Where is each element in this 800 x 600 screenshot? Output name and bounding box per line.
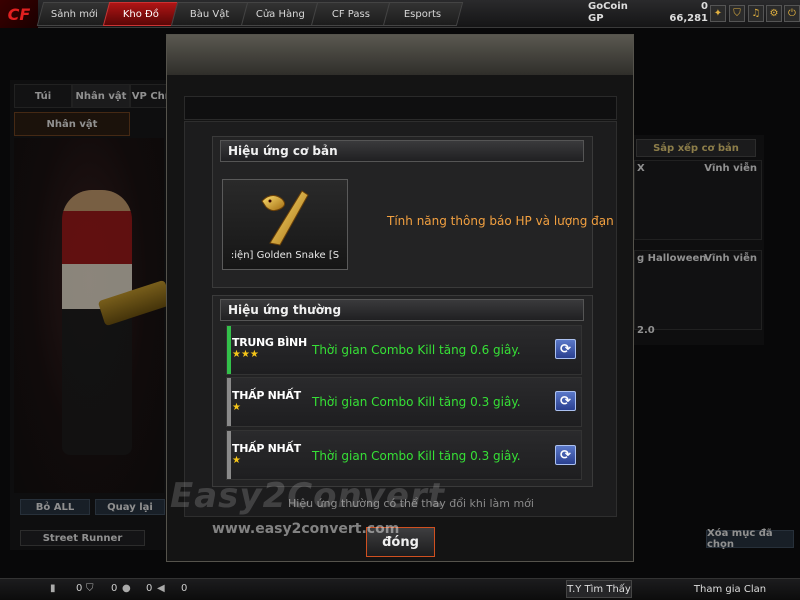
golden-snake-icon bbox=[261, 190, 309, 246]
tab-bau-vat[interactable]: Bàu Vật bbox=[170, 2, 250, 26]
tab-esports[interactable]: Esports bbox=[382, 2, 464, 26]
refresh-icon[interactable]: ⟳ bbox=[555, 391, 576, 411]
dialog-header bbox=[167, 35, 633, 75]
top-navigation-bar: CF Sảnh mới Kho Đồ Bàu Vật Cửa Hàng CF P… bbox=[0, 0, 800, 28]
gift-icon[interactable]: ✦ bbox=[710, 5, 726, 22]
tab-label: Kho Đồ bbox=[122, 8, 160, 20]
bottom-count: 0 bbox=[181, 583, 188, 594]
crossfire-logo[interactable]: CF bbox=[0, 0, 38, 28]
tab-cua-hang[interactable]: Cửa Hàng bbox=[240, 2, 320, 26]
gocoin-value: 0 bbox=[701, 1, 708, 12]
effect-stars: ★ bbox=[232, 455, 241, 466]
tier-indicator bbox=[227, 431, 231, 479]
tab-label: Bàu Vật bbox=[190, 8, 230, 20]
music-icon[interactable]: ♫ bbox=[748, 5, 764, 22]
tab-sanh-moi[interactable]: Sảnh mới bbox=[36, 2, 112, 26]
bottom-count: 0 bbox=[146, 583, 153, 594]
tab-cf-pass[interactable]: CF Pass bbox=[310, 2, 392, 26]
tier-indicator bbox=[227, 378, 231, 426]
power-icon[interactable]: ⏻ bbox=[784, 5, 800, 22]
speaker-icon: ◀ bbox=[157, 583, 165, 594]
chat-icon: ● bbox=[122, 583, 131, 594]
feature-description: Tính năng thông báo HP và lượng đạn bbox=[387, 214, 614, 228]
tab-label: Cửa Hàng bbox=[255, 8, 305, 20]
effect-tier: THẤP NHẤT bbox=[232, 389, 301, 402]
bottom-count: 0 bbox=[76, 583, 83, 594]
effect-tier: THẤP NHẤT bbox=[232, 442, 301, 455]
refresh-icon[interactable]: ⟳ bbox=[555, 445, 576, 465]
tab-label: CF Pass bbox=[331, 8, 371, 20]
effect-tier: TRUNG BÌNH bbox=[232, 336, 307, 349]
ammo-icon: ▮ bbox=[50, 583, 56, 594]
join-clan-button[interactable]: Tham gia Clan bbox=[680, 580, 780, 598]
effect-text: Thời gian Combo Kill tăng 0.6 giây. bbox=[312, 343, 521, 357]
watermark-logo: Easy2Convert bbox=[170, 476, 445, 516]
gp-label: GP bbox=[588, 13, 604, 24]
normal-effects-title: Hiệu ứng thường bbox=[220, 299, 584, 321]
gp-value: 66,281 bbox=[669, 13, 708, 24]
basic-effects-title: Hiệu ứng cơ bản bbox=[220, 140, 584, 162]
effect-text: Thời gian Combo Kill tăng 0.3 giây. bbox=[312, 395, 521, 409]
tab-kho-do[interactable]: Kho Đồ bbox=[102, 2, 180, 26]
shield-icon[interactable]: ⛉ bbox=[729, 5, 745, 22]
bottom-count: 0 bbox=[111, 583, 118, 594]
tab-label: Esports bbox=[404, 8, 442, 20]
effect-stars: ★ bbox=[232, 402, 241, 413]
refresh-icon[interactable]: ⟳ bbox=[555, 339, 576, 359]
search-button[interactable]: T.Y Tìm Thấy bbox=[566, 580, 632, 598]
tab-label: Sảnh mới bbox=[50, 8, 98, 20]
watermark-url: www.easy2convert.com bbox=[212, 521, 400, 537]
gear-icon[interactable]: ⚙ bbox=[766, 5, 782, 22]
shield-icon: ⛉ bbox=[86, 583, 94, 594]
item-name: :iện] Golden Snake [S bbox=[230, 250, 340, 261]
currency-display: GoCoin 0 GP 66,281 bbox=[588, 1, 708, 27]
gocoin-label: GoCoin bbox=[588, 1, 628, 12]
tier-indicator bbox=[227, 326, 231, 374]
dialog-toolbar bbox=[184, 96, 617, 120]
effect-text: Thời gian Combo Kill tăng 0.3 giây. bbox=[312, 449, 521, 463]
effect-stars: ★★★ bbox=[232, 349, 259, 360]
